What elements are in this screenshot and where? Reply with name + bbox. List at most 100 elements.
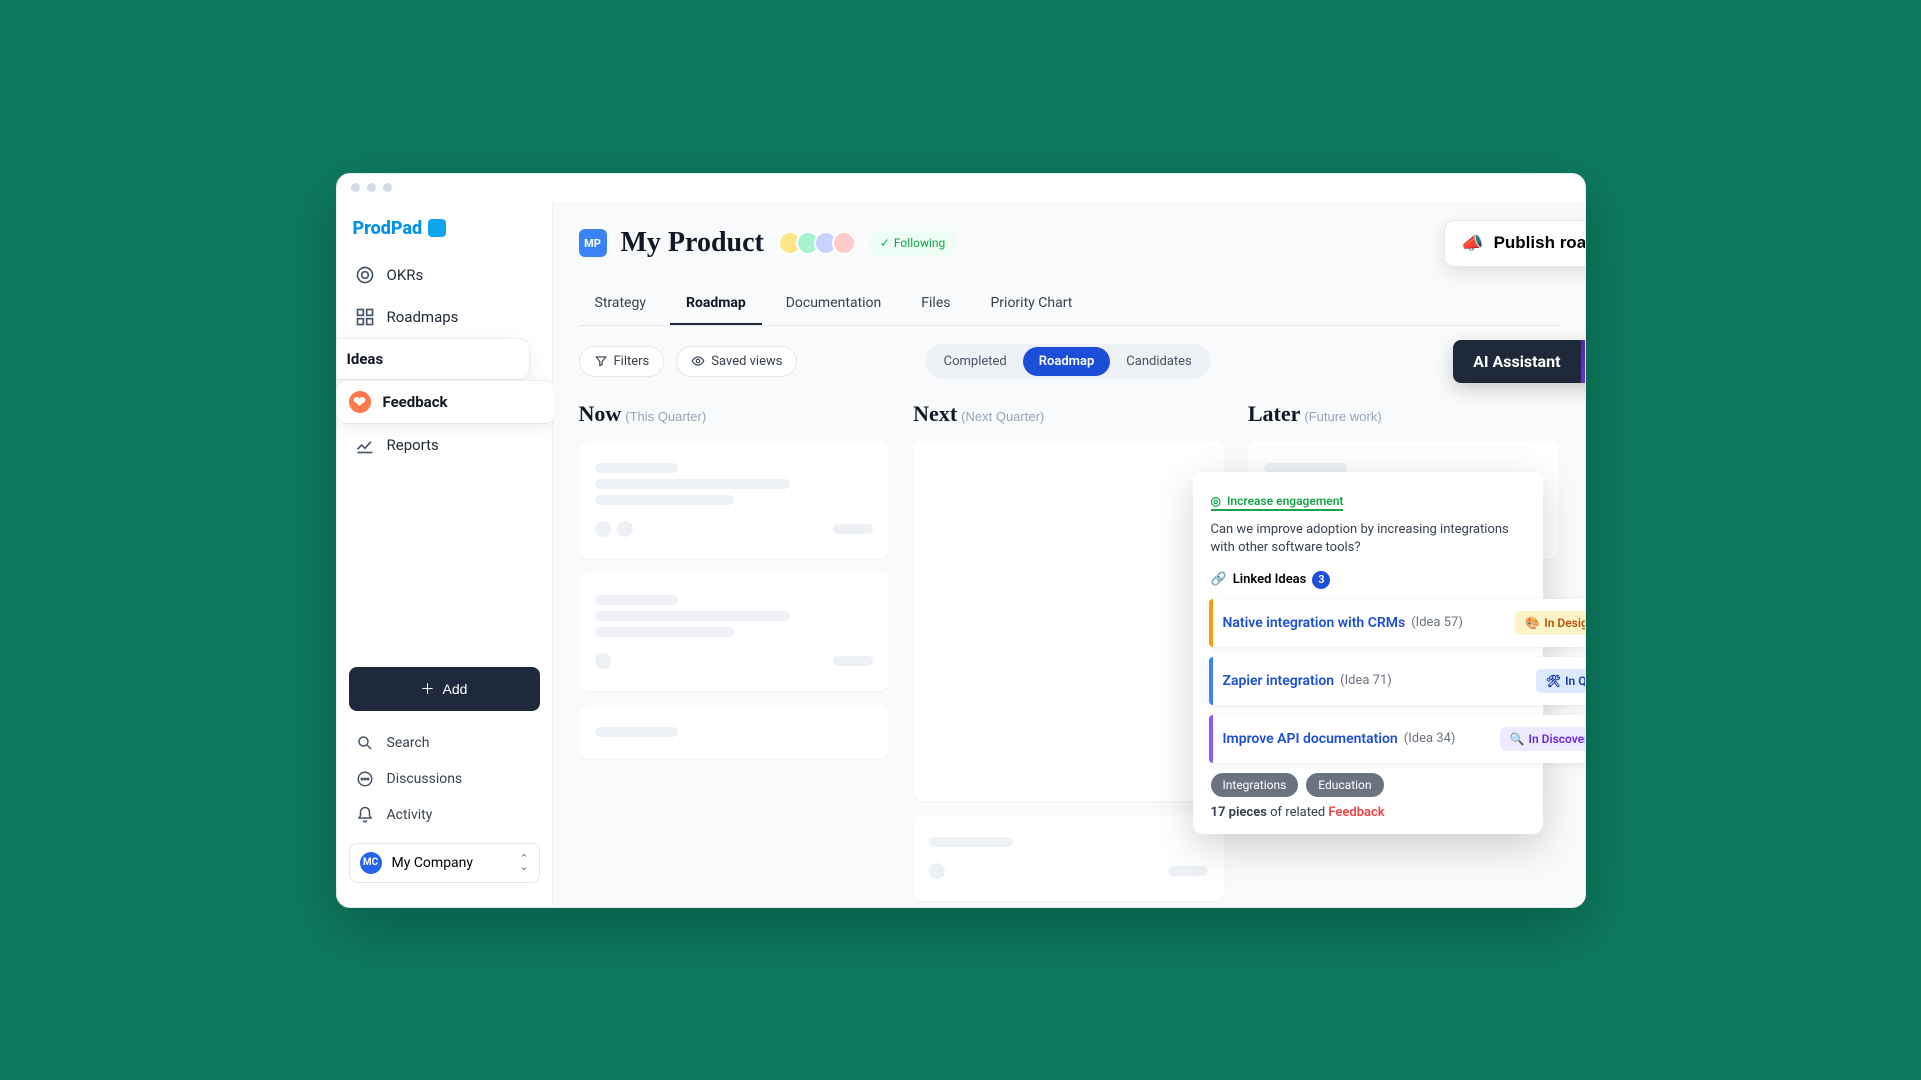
idea-id: (Idea 57) [1411,615,1463,630]
skeleton-line [929,837,1013,847]
megaphone-icon: 📣 [1461,233,1483,254]
window-titlebar [337,174,1585,202]
column-next: Next(Next Quarter) [913,401,1224,901]
sidebar-item-label: Discussions [387,771,463,787]
skeleton-line [595,479,790,489]
sidebar-item-label: Reports [387,436,439,454]
skeleton-line [833,524,873,534]
primary-nav: OKRs Roadmaps 💡 Ideas ❤ Feedback Reports [337,253,552,467]
saved-views-button[interactable]: Saved views [676,346,797,377]
sidebar-item-label: Roadmaps [387,308,459,326]
target-icon [355,265,375,285]
linked-idea-row[interactable]: Zapier integration (Idea 71) 🛠In QA [1209,657,1585,705]
status-pill-in-qa: 🛠In QA [1536,669,1585,693]
sidebar-item-activity[interactable]: Activity [349,797,540,833]
sidebar-item-label: Feedback [383,393,448,411]
linked-idea-row[interactable]: Native integration with CRMs (Idea 57) 🎨… [1209,599,1585,647]
add-button[interactable]: ＋ Add [349,667,540,711]
company-switcher[interactable]: MC My Company ⌃⌄ [349,843,540,883]
sidebar-item-label: Search [387,735,430,751]
objective-tag[interactable]: ◎ Increase engagement [1211,494,1344,511]
sidebar-item-roadmaps[interactable]: Roadmaps [343,297,546,337]
tag[interactable]: Education [1306,773,1383,797]
roadmap-card[interactable] [913,441,1224,801]
segment-completed[interactable]: Completed [928,347,1023,376]
column-subtitle: (This Quarter) [625,409,706,424]
following-label: Following [894,236,945,250]
feedback-count: 17 pieces [1211,805,1267,820]
publish-roadmap-button[interactable]: 📣 Publish roadmap [1444,220,1584,267]
link-icon: 🔗 [1211,572,1227,587]
initiative-popup: ◎ Increase engagement Can we improve ado… [1193,472,1543,834]
related-feedback-line: 17 pieces of related Feedback [1211,805,1525,820]
sidebar-item-ideas[interactable]: 💡 Ideas [336,339,529,379]
tab-files[interactable]: Files [905,283,966,325]
segment-candidates[interactable]: Candidates [1110,347,1207,376]
bell-icon [355,805,375,825]
idea-title: Native integration with CRMs [1223,615,1406,631]
filters-button[interactable]: Filters [579,346,665,377]
sidebar-item-feedback[interactable]: ❤ Feedback [337,381,555,423]
sidebar-item-label: Activity [387,807,433,823]
skeleton-line [595,595,679,605]
chart-line-icon [355,435,375,455]
search-icon [355,733,375,753]
sidebar-item-search[interactable]: Search [349,725,540,761]
feedback-link[interactable]: Feedback [1328,805,1384,820]
product-tabs: Strategy Roadmap Documentation Files Pri… [579,283,1559,326]
chat-icon [355,769,375,789]
tab-priority-chart[interactable]: Priority Chart [974,283,1088,325]
product-header: MP My Product ✓ Following 📣 Publish road… [579,202,1559,277]
column-title: Next [913,401,957,426]
tools-icon: 🛠 [1546,674,1561,688]
skeleton-line [595,495,734,505]
column-now: Now(This Quarter) [579,401,890,901]
skeleton-dot [929,863,945,879]
roadmap-card[interactable] [579,705,890,759]
feedback-mid: of related [1267,805,1329,820]
check-icon: ✓ [880,236,890,250]
sidebar-item-reports[interactable]: Reports [343,425,546,465]
member-avatars[interactable] [784,231,856,255]
status-pill-in-discovery: 🔍In Discovery [1500,727,1585,751]
tab-strategy[interactable]: Strategy [579,283,662,325]
utility-nav: Search Discussions Activity [349,725,540,833]
sidebar-item-discussions[interactable]: Discussions [349,761,540,797]
idea-id: (Idea 71) [1340,673,1392,688]
sidebar: ProdPad OKRs Roadmaps 💡 Ideas ❤ [337,202,553,907]
sidebar-item-okrs[interactable]: OKRs [343,255,546,295]
tab-documentation[interactable]: Documentation [770,283,898,325]
skeleton-dot [595,521,611,537]
idea-title: Zapier integration [1223,673,1335,689]
avatar [832,231,856,255]
grid-icon [355,307,375,327]
roadmap-card[interactable] [579,441,890,559]
segment-roadmap[interactable]: Roadmap [1023,347,1111,376]
following-pill[interactable]: ✓ Following [870,231,955,255]
product-title: My Product [621,227,764,259]
traffic-light-dot [367,183,376,192]
traffic-light-dot [383,183,392,192]
initiative-question: Can we improve adoption by increasing in… [1211,521,1525,559]
skeleton-line [595,611,790,621]
brand-logo-icon [428,219,446,237]
sparkle-icon: ✦ [1581,340,1585,383]
tag[interactable]: Integrations [1211,773,1299,797]
linked-ideas-label: Linked Ideas [1233,572,1307,587]
view-segmented-control: Completed Roadmap Candidates [925,344,1211,379]
linked-ideas-count: 3 [1312,571,1330,589]
add-label: Add [443,681,468,697]
linked-idea-row[interactable]: Improve API documentation (Idea 34) 🔍In … [1209,715,1585,763]
roadmap-card[interactable] [579,573,890,691]
filter-icon [594,354,608,368]
product-badge: MP [579,229,607,257]
objective-label: Increase engagement [1227,494,1343,508]
saved-views-label: Saved views [711,354,782,369]
tab-roadmap[interactable]: Roadmap [670,283,762,325]
linked-ideas-header: 🔗 Linked Ideas 3 [1211,571,1331,589]
ai-assistant-label: AI Assistant [1453,340,1580,383]
main-content: MP My Product ✓ Following 📣 Publish road… [553,202,1585,907]
company-initials: MC [360,852,382,874]
ai-assistant-button[interactable]: AI Assistant ✦ [1453,340,1584,383]
roadmap-card[interactable] [913,815,1224,901]
